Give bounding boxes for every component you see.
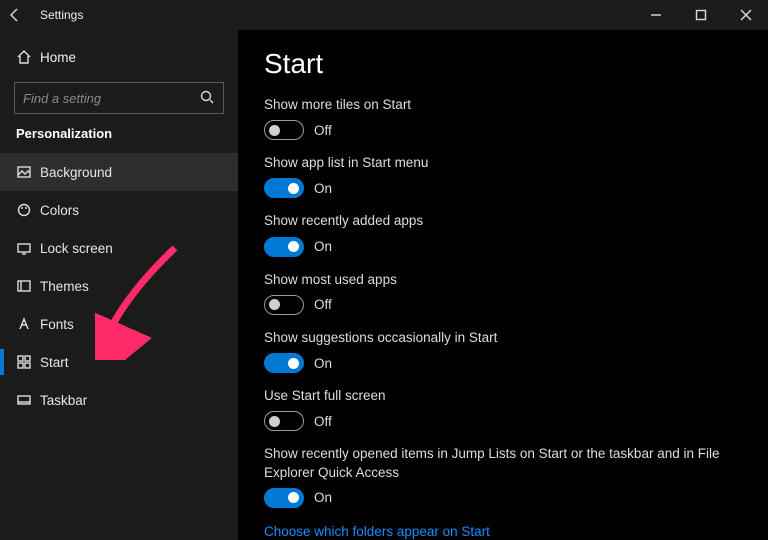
sidebar-item-label: Taskbar <box>40 393 87 408</box>
setting-recently-added: Show recently added apps On <box>264 212 742 256</box>
category-label: Personalization <box>0 124 238 153</box>
taskbar-icon <box>16 392 32 408</box>
folders-link[interactable]: Choose which folders appear on Start <box>264 524 490 539</box>
setting-label: Use Start full screen <box>264 387 724 405</box>
home-icon <box>16 49 32 65</box>
maximize-button[interactable] <box>678 0 723 30</box>
themes-icon <box>16 278 32 294</box>
close-button[interactable] <box>723 0 768 30</box>
titlebar: Settings <box>0 0 768 30</box>
home-button[interactable]: Home <box>0 38 238 76</box>
setting-suggestions: Show suggestions occasionally in Start O… <box>264 329 742 373</box>
toggle-app-list[interactable] <box>264 178 304 198</box>
search-input[interactable]: Find a setting <box>14 82 224 114</box>
toggle-state: Off <box>314 297 332 312</box>
sidebar-item-label: Lock screen <box>40 241 113 256</box>
page-title: Start <box>264 48 742 80</box>
search-placeholder: Find a setting <box>23 91 199 106</box>
sidebar-item-background[interactable]: Background <box>0 153 238 191</box>
arrow-left-icon <box>7 7 23 23</box>
maximize-icon <box>693 7 709 23</box>
sidebar-item-taskbar[interactable]: Taskbar <box>0 381 238 419</box>
toggle-state: Off <box>314 414 332 429</box>
search-icon <box>199 89 215 105</box>
setting-label: Show more tiles on Start <box>264 96 724 114</box>
toggle-recently-added[interactable] <box>264 237 304 257</box>
setting-app-list: Show app list in Start menu On <box>264 154 742 198</box>
sidebar-item-themes[interactable]: Themes <box>0 267 238 305</box>
palette-icon <box>16 202 32 218</box>
toggle-full-screen[interactable] <box>264 411 304 431</box>
fonts-icon <box>16 316 32 332</box>
home-label: Home <box>40 50 76 65</box>
setting-label: Show app list in Start menu <box>264 154 724 172</box>
setting-full-screen: Use Start full screen Off <box>264 387 742 431</box>
sidebar-item-start[interactable]: Start <box>0 343 238 381</box>
setting-label: Show most used apps <box>264 271 724 289</box>
setting-label: Show suggestions occasionally in Start <box>264 329 724 347</box>
picture-icon <box>16 164 32 180</box>
sidebar-item-label: Fonts <box>40 317 74 332</box>
window-title: Settings <box>40 8 83 22</box>
toggle-state: On <box>314 181 332 196</box>
sidebar-item-colors[interactable]: Colors <box>0 191 238 229</box>
sidebar: Home Find a setting Personalization Back… <box>0 30 238 540</box>
start-icon <box>16 354 32 370</box>
setting-tiles: Show more tiles on Start Off <box>264 96 742 140</box>
toggle-jump-lists[interactable] <box>264 488 304 508</box>
sidebar-item-fonts[interactable]: Fonts <box>0 305 238 343</box>
lock-screen-icon <box>16 240 32 256</box>
toggle-state: Off <box>314 123 332 138</box>
sidebar-item-lock-screen[interactable]: Lock screen <box>0 229 238 267</box>
minimize-button[interactable] <box>633 0 678 30</box>
minimize-icon <box>648 7 664 23</box>
setting-most-used: Show most used apps Off <box>264 271 742 315</box>
setting-jump-lists: Show recently opened items in Jump Lists… <box>264 445 742 507</box>
toggle-state: On <box>314 239 332 254</box>
sidebar-item-label: Colors <box>40 203 79 218</box>
sidebar-item-label: Background <box>40 165 112 180</box>
back-button[interactable] <box>0 0 30 30</box>
toggle-state: On <box>314 490 332 505</box>
toggle-more-tiles[interactable] <box>264 120 304 140</box>
close-icon <box>738 7 754 23</box>
toggle-suggestions[interactable] <box>264 353 304 373</box>
sidebar-item-label: Themes <box>40 279 89 294</box>
setting-label: Show recently opened items in Jump Lists… <box>264 445 724 481</box>
content-pane: Start Show more tiles on Start Off Show … <box>238 30 768 540</box>
toggle-most-used[interactable] <box>264 295 304 315</box>
setting-label: Show recently added apps <box>264 212 724 230</box>
toggle-state: On <box>314 356 332 371</box>
sidebar-item-label: Start <box>40 355 69 370</box>
